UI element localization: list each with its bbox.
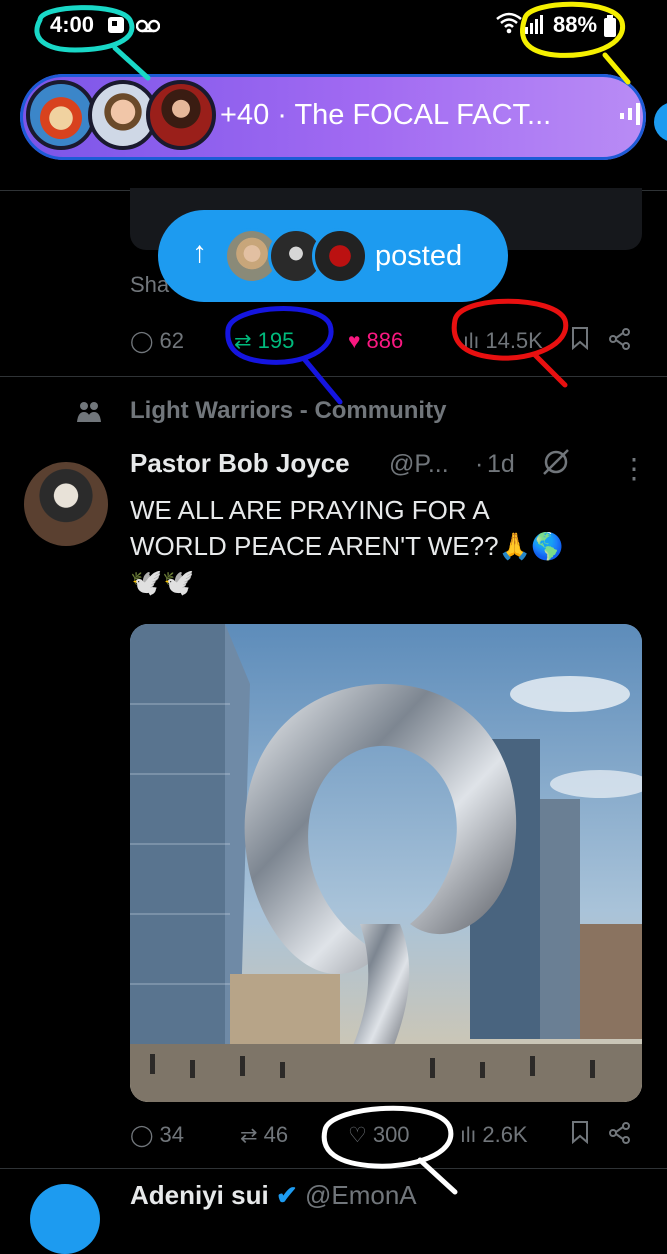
- community-icon: [76, 400, 101, 422]
- voicemail-icon: [135, 19, 161, 38]
- bookmark-icon[interactable]: [570, 326, 590, 356]
- tweet-text-line: 🕊️🕊️: [130, 567, 195, 597]
- status-time: 4:00: [50, 12, 95, 37]
- fab-peek[interactable]: [654, 102, 667, 142]
- views-button[interactable]: ılı 14.5K: [463, 328, 543, 354]
- poster-avatar-3: [312, 228, 368, 284]
- tweet-text-line: WORLD PEACE AREN'T WE??🙏🌎: [130, 531, 564, 561]
- next-author-avatar[interactable]: [30, 1184, 100, 1254]
- like-button[interactable]: ♡ 300: [348, 1122, 410, 1148]
- reply-icon: ◯: [130, 1124, 154, 1147]
- reply-icon: ◯: [130, 330, 154, 353]
- next-author-name-text: Adeniyi sui: [130, 1180, 269, 1210]
- share-icon[interactable]: [608, 1122, 632, 1150]
- repost-count: 46: [263, 1122, 289, 1147]
- no-gravity-icon: [540, 446, 572, 486]
- author-avatar[interactable]: [24, 462, 108, 546]
- repost-button[interactable]: ⇄ 46: [240, 1122, 288, 1148]
- separator-dot: ·: [475, 450, 484, 478]
- audio-bars-icon: [618, 101, 642, 134]
- reply-count: 62: [159, 328, 184, 353]
- heart-icon: ♡: [348, 1124, 367, 1147]
- host-avatar-3: [146, 80, 216, 150]
- repost-count: 195: [257, 328, 295, 353]
- views-icon: ılı: [463, 330, 480, 353]
- tweet-text-line: WE ALL ARE PRAYING FOR A: [130, 495, 490, 525]
- views-count: 14.5K: [485, 328, 543, 353]
- wifi-icon: [496, 12, 522, 39]
- like-count: 886: [366, 328, 404, 353]
- community-label[interactable]: Light Warriors - Community: [130, 397, 446, 425]
- more-icon[interactable]: ⋮: [620, 452, 648, 485]
- next-author-handle: @EmonA: [304, 1180, 417, 1210]
- spaces-banner[interactable]: +40 · The FOCAL FACT...: [20, 74, 646, 160]
- verified-icon: ✔: [275, 1180, 298, 1210]
- heart-icon: ♥: [348, 330, 361, 353]
- battery-icon: [604, 15, 616, 42]
- divider: [0, 1168, 667, 1169]
- repost-icon: ⇄: [234, 330, 252, 353]
- host-avatar-1: [26, 80, 96, 150]
- signal-icon: [524, 13, 546, 40]
- reply-button[interactable]: ◯ 62: [130, 328, 184, 354]
- reply-button[interactable]: ◯ 34: [130, 1122, 184, 1148]
- views-count: 2.6K: [482, 1122, 528, 1147]
- like-button[interactable]: ♥ 886: [348, 328, 403, 354]
- author-handle[interactable]: @P...: [389, 450, 449, 479]
- status-bar: 4:00 88%: [0, 0, 667, 52]
- reply-count: 34: [159, 1122, 184, 1147]
- views-icon: ılı: [460, 1124, 477, 1147]
- arrow-up-icon: ↑: [192, 236, 207, 269]
- timestamp[interactable]: 1d: [487, 450, 515, 479]
- like-count: 300: [372, 1122, 410, 1147]
- repost-button[interactable]: ⇄ 195: [234, 328, 294, 354]
- author-name[interactable]: Pastor Bob Joyce: [130, 448, 350, 479]
- notification-icon: [106, 14, 128, 41]
- posted-label: posted: [375, 240, 463, 272]
- repost-icon: ⇄: [240, 1124, 258, 1147]
- divider: [0, 376, 667, 377]
- share-icon[interactable]: [608, 328, 632, 356]
- views-button[interactable]: ılı 2.6K: [460, 1122, 528, 1148]
- next-author-name[interactable]: Adeniyi sui ✔ @EmonA: [130, 1180, 417, 1211]
- tweet-media[interactable]: [130, 624, 642, 1102]
- bookmark-icon[interactable]: [570, 1120, 590, 1150]
- spaces-title: +40 · The FOCAL FACT...: [220, 99, 552, 131]
- new-posts-pill[interactable]: ↑ posted: [158, 210, 508, 302]
- battery-percent: 88%: [553, 12, 598, 37]
- tweet-text: WE ALL ARE PRAYING FOR A WORLD PEACE ARE…: [130, 492, 630, 600]
- annotation-circle-blue: [225, 306, 343, 405]
